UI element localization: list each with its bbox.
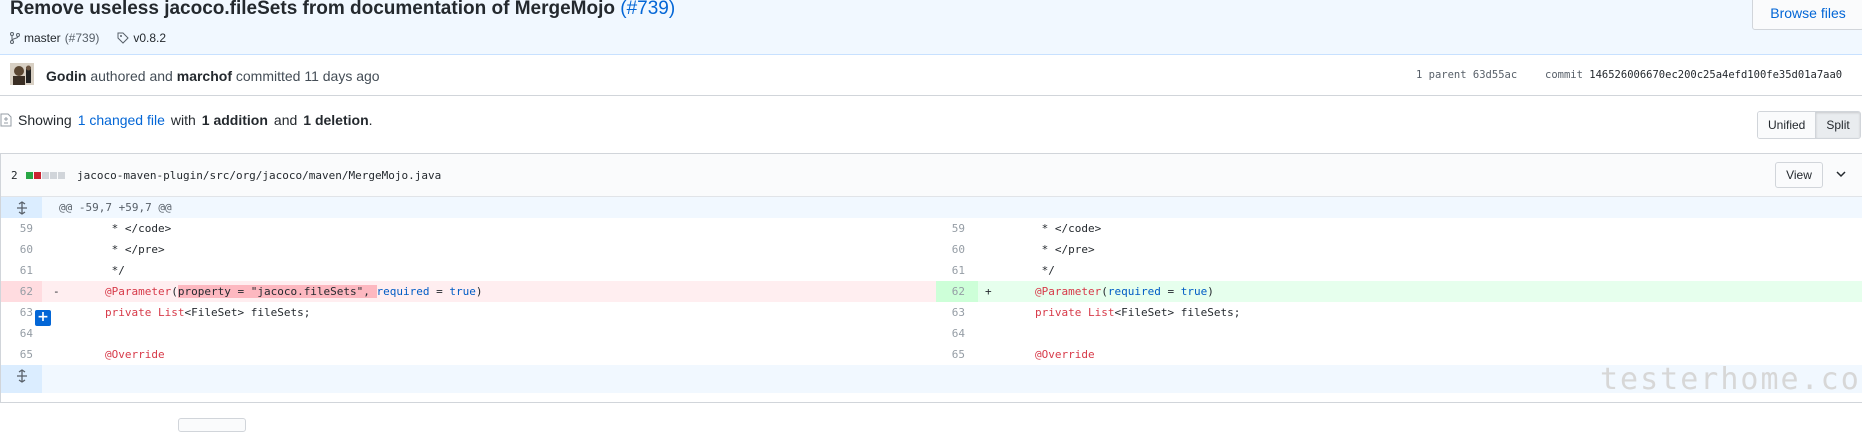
parent-sha[interactable]: 63d55ac <box>1473 69 1517 81</box>
line-number[interactable]: 64 <box>9 323 33 344</box>
code-line: * </code> <box>1035 222 1102 235</box>
tag-name[interactable]: v0.8.2 <box>133 31 166 45</box>
diff-row: 59 * </code> 59 * </code> <box>1 218 1862 239</box>
commit-title-text: Remove useless jacoco.fileSets from docu… <box>10 0 615 19</box>
and-text: and <box>273 112 298 128</box>
parent-label: 1 parent <box>1416 69 1467 81</box>
line-number[interactable]: 59 <box>941 218 965 239</box>
line-number[interactable]: 63 <box>941 302 965 323</box>
branch-pr[interactable]: (#739) <box>65 31 100 45</box>
line-number[interactable]: 64 <box>941 323 965 344</box>
code-line: @Override <box>105 348 165 361</box>
diffstat-deleted-block <box>34 172 41 179</box>
commit-sha: 146526006670ec200c25a4efd100fe35d01a7aa0 <box>1589 69 1843 81</box>
diffstat-count: 2 <box>11 169 18 182</box>
line-number[interactable]: 62 <box>941 281 965 302</box>
commit-title: Remove useless jacoco.fileSets from docu… <box>10 0 675 20</box>
line-number[interactable]: 63 <box>9 302 33 323</box>
deletions-count: 1 deletion <box>303 112 369 128</box>
file-diff-icon <box>0 113 12 127</box>
line-number[interactable]: 60 <box>941 239 965 260</box>
view-file-button[interactable]: View <box>1775 162 1823 188</box>
additions-count: 1 addition <box>201 112 268 128</box>
code-line: private List<FileSet> fileSets; <box>105 306 311 319</box>
commit-label: commit <box>1545 69 1583 81</box>
code-line: * </pre> <box>105 243 165 256</box>
diff-row: 61 */ 61 */ <box>1 260 1862 281</box>
file-path[interactable]: jacoco-maven-plugin/src/org/jacoco/maven… <box>77 169 441 182</box>
commit-sha-info: commit 146526006670ec200c25a4efd100fe35d… <box>1545 69 1842 81</box>
changed-files-link[interactable]: 1 changed file <box>78 112 165 128</box>
summary-period: . <box>368 112 373 128</box>
diff-row: 65 @Override 65 @Override <box>1 344 1862 365</box>
showing-text: Showing <box>18 112 72 128</box>
deletion-marker: - <box>53 285 60 298</box>
authored-text: authored and <box>90 68 173 84</box>
diff-row: 60 * </pre> 60 * </pre> <box>1 239 1862 260</box>
file-diff: 2 jacoco-maven-plugin/src/org/jacoco/mav… <box>0 153 1862 403</box>
author-link[interactable]: Godin <box>46 68 86 84</box>
line-number[interactable]: 65 <box>941 344 965 365</box>
diff-row-changed: 62 - @Parameter(property = "jacoco.fileS… <box>1 281 1862 302</box>
line-number[interactable]: 59 <box>9 218 33 239</box>
line-number[interactable]: 62 <box>9 281 33 302</box>
diffstat-neutral-block <box>50 172 57 179</box>
split-button[interactable]: Split <box>1815 112 1860 138</box>
code-line: @Override <box>1035 348 1095 361</box>
tag-icon <box>117 32 130 44</box>
bottom-control-stub <box>178 418 246 432</box>
commit-header: Remove useless jacoco.fileSets from docu… <box>0 0 1862 55</box>
plus-icon[interactable]: + <box>35 310 51 326</box>
branch-row: master (#739) v0.8.2 <box>10 31 166 45</box>
line-number[interactable]: 61 <box>941 260 965 281</box>
hunk-footer <box>1 365 1862 393</box>
code-line: */ <box>1035 264 1055 277</box>
expand-gutter[interactable] <box>1 365 42 393</box>
line-number[interactable]: 65 <box>9 344 33 365</box>
deleted-code: @Parameter(property = "jacoco.fileSets",… <box>105 285 483 298</box>
parent-info: 1 parent 63d55ac <box>1416 69 1517 81</box>
diff-row: 63 private List<FileSet> fileSets; 63 pr… <box>1 302 1862 323</box>
diffstat-neutral-block <box>58 172 65 179</box>
branch-icon <box>10 32 20 44</box>
pr-link[interactable]: (#739) <box>620 0 675 19</box>
committed-text: committed 11 days ago <box>235 68 380 84</box>
with-text: with <box>170 112 196 128</box>
hunk-text: @@ -59,7 +59,7 @@ <box>59 201 172 214</box>
commit-authors: Godin authored and marchof committed 11 … <box>46 68 380 84</box>
code-line: private List<FileSet> fileSets; <box>1035 306 1241 319</box>
hunk-header: @@ -59,7 +59,7 @@ <box>1 197 1862 218</box>
chevron-down-icon[interactable] <box>1833 166 1849 182</box>
watermark: testerhome.com <box>1600 362 1862 397</box>
browse-files-button[interactable]: Browse files <box>1752 0 1862 30</box>
file-header: 2 jacoco-maven-plugin/src/org/jacoco/mav… <box>1 154 1862 197</box>
expand-icon[interactable] <box>15 369 29 383</box>
code-line: * </pre> <box>1035 243 1095 256</box>
diffstat-neutral-block <box>42 172 49 179</box>
addition-marker: + <box>985 285 992 298</box>
expand-icon[interactable] <box>15 201 29 215</box>
expand-gutter[interactable] <box>1 197 42 218</box>
line-number[interactable]: 60 <box>9 239 33 260</box>
diffstat-blocks <box>26 172 65 179</box>
diffstat-added-block <box>26 172 33 179</box>
commit-meta: Godin authored and marchof committed 11 … <box>0 55 1862 96</box>
code-line: */ <box>105 264 125 277</box>
committer-link[interactable]: marchof <box>177 68 232 84</box>
avatar[interactable] <box>10 63 34 85</box>
line-number[interactable]: 61 <box>9 260 33 281</box>
added-code: @Parameter(required = true) <box>1035 285 1214 298</box>
diff-row: 64 64 <box>1 323 1862 344</box>
diff-summary: Showing 1 changed file with 1 addition a… <box>0 112 373 128</box>
code-line: * </code> <box>105 222 172 235</box>
diff-view-toggle: Unified Split <box>1757 111 1861 139</box>
unified-button[interactable]: Unified <box>1758 112 1816 138</box>
branch-name[interactable]: master <box>24 31 61 45</box>
